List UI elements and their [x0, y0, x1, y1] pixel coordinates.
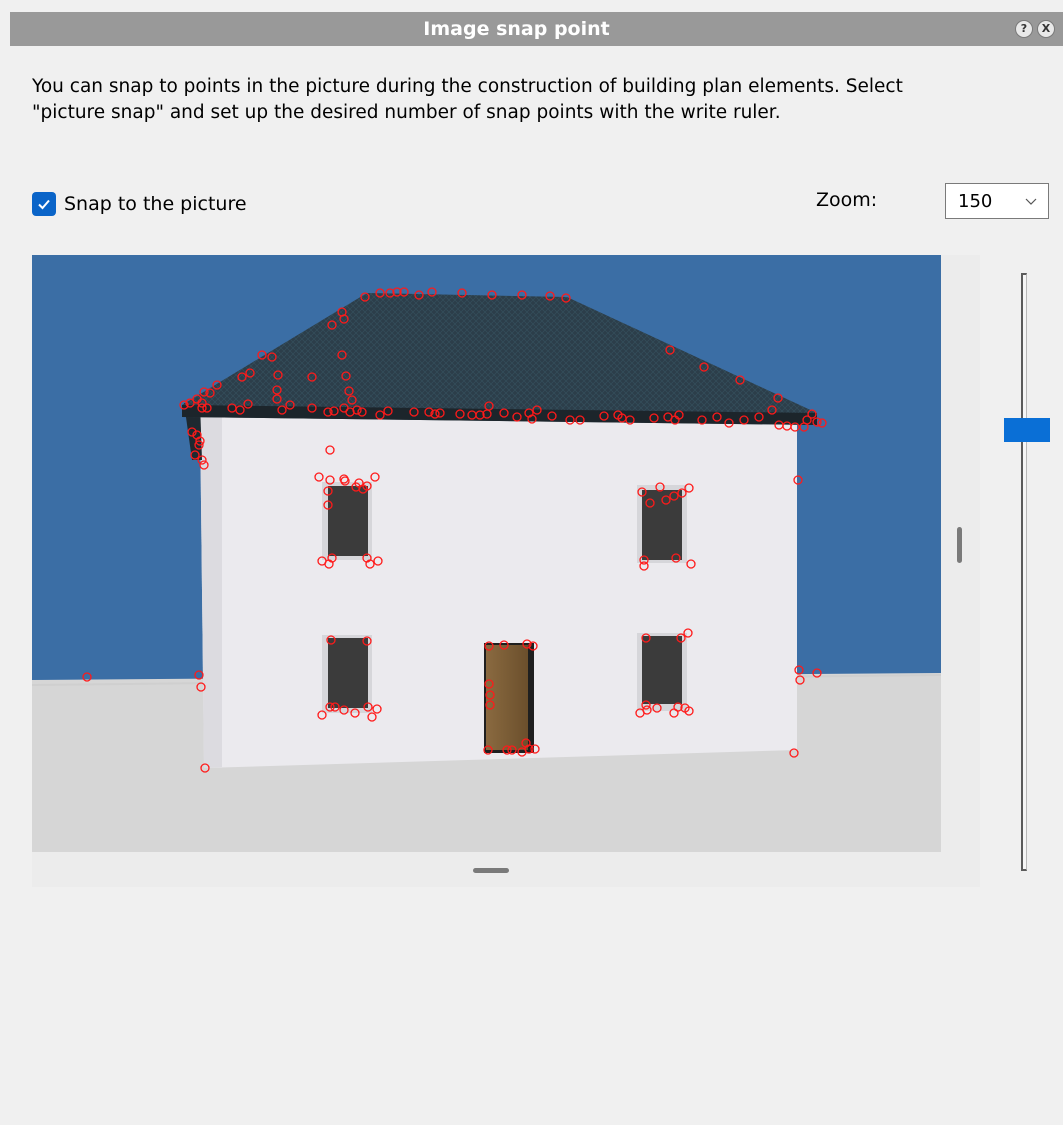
zoom-label: Zoom:	[816, 189, 878, 211]
horizontal-resize-handle[interactable]	[473, 868, 509, 873]
snap-count-slider-thumb[interactable]	[1004, 417, 1050, 442]
title-bar: Image snap point ? X	[10, 12, 1063, 46]
zoom-value: 150	[958, 190, 993, 212]
zoom-select[interactable]: 150	[945, 183, 1049, 219]
house-picture[interactable]	[32, 255, 941, 852]
help-icon[interactable]: ?	[1015, 20, 1033, 38]
intro-text: You can snap to points in the picture du…	[32, 76, 903, 123]
snap-count-slider[interactable]	[1021, 273, 1027, 871]
house-render	[32, 255, 941, 852]
window-title: Image snap point	[423, 18, 610, 40]
snap-to-picture-checkbox[interactable]: Snap to the picture	[32, 192, 247, 216]
snap-to-picture-label: Snap to the picture	[64, 193, 247, 215]
vertical-resize-handle[interactable]	[957, 527, 962, 563]
checkmark-icon[interactable]	[32, 192, 56, 216]
window	[637, 633, 687, 711]
chevron-down-icon	[1025, 198, 1037, 205]
close-icon[interactable]: X	[1037, 20, 1055, 38]
window	[322, 635, 372, 713]
window	[322, 482, 372, 560]
